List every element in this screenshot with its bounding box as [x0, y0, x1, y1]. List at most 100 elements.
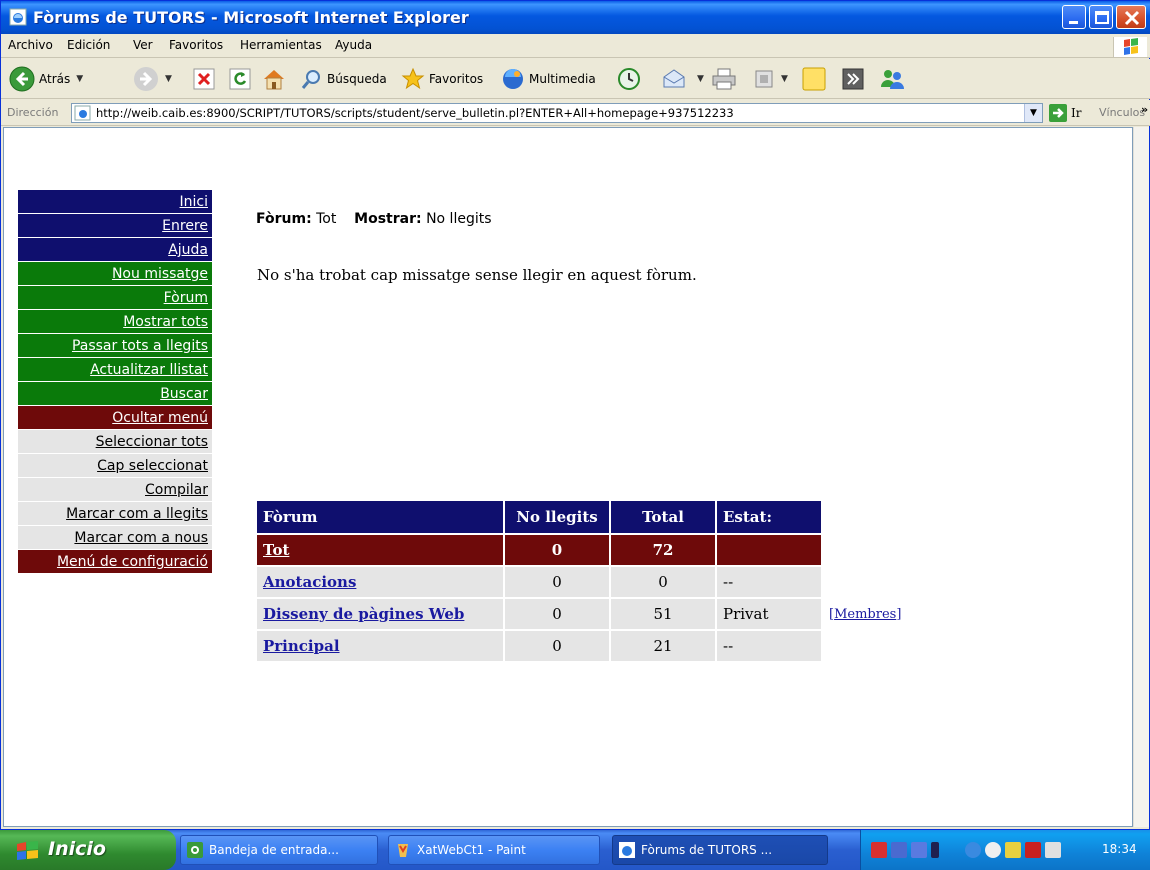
header-extra-cell — [823, 501, 913, 533]
nav-buscar[interactable]: Buscar — [18, 382, 212, 406]
mail-app-icon — [187, 842, 203, 858]
favorites-button[interactable]: Favoritos — [401, 65, 483, 93]
menu-archivo[interactable]: Archivo — [8, 38, 53, 52]
table-row: Anotacions 0 0 -- — [257, 567, 913, 597]
nav-cap-seleccionat[interactable]: Cap seleccionat — [18, 454, 212, 478]
ie-app-icon — [619, 842, 635, 858]
nav-marcar-llegits[interactable]: Marcar com a llegits — [18, 502, 212, 526]
unread-cell: 0 — [505, 567, 609, 597]
edit-dropdown-icon[interactable]: ▼ — [781, 74, 788, 84]
media-button[interactable]: Multimedia — [501, 65, 596, 93]
back-dropdown-icon[interactable]: ▼ — [76, 74, 83, 84]
forum-link-principal[interactable]: Principal — [263, 637, 340, 655]
windows-flag-icon — [1124, 38, 1138, 55]
show-label: Mostrar: — [354, 211, 422, 227]
start-button[interactable]: Inicio — [0, 830, 176, 870]
task-forums[interactable]: Fòrums de TUTORS ... — [612, 835, 828, 865]
messenger-button[interactable] — [879, 65, 905, 93]
nav-menu-configuracio[interactable]: Menú de configuració — [18, 550, 212, 574]
menu-ver[interactable]: Ver — [133, 38, 153, 52]
address-dropdown-icon[interactable]: ▼ — [1024, 104, 1042, 122]
maximize-button[interactable] — [1089, 5, 1113, 29]
members-link[interactable]: Membres — [834, 607, 896, 622]
research-button[interactable] — [841, 65, 865, 93]
links-more-icon[interactable]: » — [1141, 103, 1148, 116]
task-bandeja[interactable]: Bandeja de entrada... — [180, 835, 378, 865]
mail-dropdown-icon[interactable]: ▼ — [697, 74, 704, 84]
minimize-button[interactable] — [1062, 5, 1086, 29]
forum-link-tot[interactable]: Tot — [263, 541, 289, 559]
go-button[interactable]: Ir — [1049, 104, 1081, 122]
stop-icon — [193, 68, 215, 90]
header-total: Total — [611, 501, 715, 533]
mail-button[interactable]: ▼ — [661, 65, 704, 93]
print-button[interactable] — [711, 65, 737, 93]
windows-flag-icon — [17, 841, 38, 860]
device-tray-icon[interactable] — [931, 842, 939, 858]
unread-cell: 0 — [505, 631, 609, 661]
forward-button[interactable]: ▼ — [133, 65, 172, 93]
nav-forum[interactable]: Fòrum — [18, 286, 212, 310]
nav-inici[interactable]: Inici — [18, 190, 212, 214]
forward-arrow-icon — [134, 67, 158, 91]
search-icon — [301, 70, 320, 89]
nav-nou-missatge[interactable]: Nou missatge — [18, 262, 212, 286]
address-input[interactable]: http://weib.caib.es:8900/SCRIPT/TUTORS/s… — [71, 103, 1043, 123]
search-button[interactable]: Búsqueda — [301, 65, 387, 93]
update-tray-icon[interactable] — [1005, 842, 1021, 858]
total-unread: 0 — [505, 535, 609, 565]
security-tray-icon[interactable] — [985, 842, 1001, 858]
network-tray-icon[interactable] — [891, 842, 907, 858]
nav-ajuda[interactable]: Ajuda — [18, 238, 212, 262]
forum-link-disseny[interactable]: Disseny de pàgines Web — [263, 605, 464, 623]
forum-cell: Anotacions — [257, 567, 503, 597]
menu-edicion[interactable]: Edición — [67, 38, 110, 52]
network2-tray-icon[interactable] — [911, 842, 927, 858]
menu-ayuda[interactable]: Ayuda — [335, 38, 372, 52]
home-button[interactable] — [261, 65, 287, 93]
nav-seleccionar-tots[interactable]: Seleccionar tots — [18, 430, 212, 454]
close-button[interactable] — [1116, 5, 1146, 29]
header-unread: No llegits — [505, 501, 609, 533]
messenger-tray-icon[interactable] — [965, 842, 981, 858]
nav-marcar-nous[interactable]: Marcar com a nous — [18, 526, 212, 550]
browser-window: Fòrums de TUTORS - Microsoft Internet Ex… — [0, 0, 1150, 830]
title-bar[interactable]: Fòrums de TUTORS - Microsoft Internet Ex… — [1, 1, 1150, 34]
research-icon — [842, 68, 864, 90]
forum-link-anotacions[interactable]: Anotacions — [263, 573, 356, 591]
no-messages-text: No s'ha trobat cap missatge sense llegir… — [257, 266, 697, 284]
vertical-scrollbar[interactable] — [1133, 127, 1149, 827]
antivirus-tray-icon[interactable] — [871, 842, 887, 858]
nav-actualitzar-llistat[interactable]: Actualitzar llistat — [18, 358, 212, 382]
forward-dropdown-icon[interactable]: ▼ — [165, 74, 172, 84]
menu-herramientas[interactable]: Herramientas — [240, 38, 322, 52]
task-label: XatWebCt1 - Paint — [417, 843, 526, 857]
nav-ocultar-menu[interactable]: Ocultar menú — [18, 406, 212, 430]
nav-compilar[interactable]: Compilar — [18, 478, 212, 502]
edit-button[interactable]: ▼ — [753, 65, 788, 93]
total-count: 72 — [611, 535, 715, 565]
extra-cell — [823, 567, 913, 597]
header-status: Estat: — [717, 501, 821, 533]
table-row: Disseny de pàgines Web 0 51 Privat [Memb… — [257, 599, 913, 629]
notes-button[interactable] — [801, 65, 827, 93]
stop-button[interactable] — [193, 65, 215, 93]
maximize-icon — [1095, 11, 1109, 24]
total-extra-cell — [823, 535, 913, 565]
back-button[interactable]: Atrás ▼ — [9, 65, 83, 93]
mail-tray-icon[interactable] — [1045, 842, 1061, 858]
favorites-star-icon — [401, 67, 425, 90]
menu-favoritos[interactable]: Favoritos — [169, 38, 223, 52]
history-button[interactable] — [617, 65, 641, 93]
refresh-button[interactable] — [229, 65, 251, 93]
acrobat-tray-icon[interactable] — [1025, 842, 1041, 858]
task-label: Bandeja de entrada... — [209, 843, 339, 857]
nav-enrere[interactable]: Enrere — [18, 214, 212, 238]
links-label[interactable]: Vínculos — [1099, 106, 1145, 119]
nav-passar-tots-llegits[interactable]: Passar tots a llegits — [18, 334, 212, 358]
back-arrow-icon — [9, 66, 35, 92]
status-cell: Privat — [717, 599, 821, 629]
windows-logo — [1113, 37, 1147, 57]
task-paint[interactable]: XatWebCt1 - Paint — [388, 835, 600, 865]
nav-mostrar-tots[interactable]: Mostrar tots — [18, 310, 212, 334]
